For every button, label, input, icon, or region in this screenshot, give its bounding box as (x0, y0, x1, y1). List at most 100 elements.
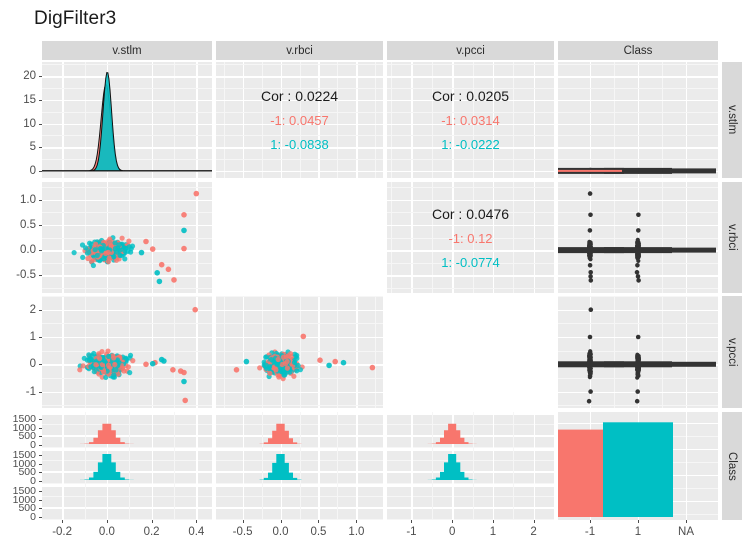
outlier-point (635, 334, 641, 340)
panel-correlation-vrbci-vpcci: Cor : 0.0476 -1: 0.12 1: -0.0774 (387, 182, 554, 293)
column-strip-v-stlm: v.stlm (42, 41, 212, 60)
scatter-point-outlier (158, 261, 165, 268)
box-point (587, 239, 592, 244)
correlation-group-neg: -1: 0.0314 (441, 113, 500, 128)
outlier-point (636, 228, 641, 233)
scatter-point (112, 361, 118, 368)
scatter-point (284, 365, 290, 371)
y-tick-label: 2 (29, 303, 36, 316)
x-tick-mark (452, 520, 454, 523)
y-tick-label: 1.0 (20, 193, 36, 206)
y-tick-mark (39, 436, 42, 438)
ggpairs-plot: DigFilter3 v.stlm v.rbci v.pcci Class v.stlm… (0, 0, 750, 550)
scatter-point (93, 241, 99, 247)
x-tick-label: 1.0 (348, 526, 365, 538)
scatter-point-outlier (340, 359, 347, 366)
y-tick-mark (39, 147, 42, 149)
panel-histogram-vstlm-class (42, 412, 212, 520)
scatter-point (275, 356, 281, 363)
x-tick-label: 0.0 (272, 526, 289, 538)
y-tick-label-class-facet: 1500 (12, 485, 36, 498)
scatter-point (91, 369, 97, 375)
scatter-point-outlier (181, 378, 187, 385)
x-tick-mark (106, 520, 108, 523)
x-tick-label: 2 (530, 526, 537, 538)
scatter-point-outlier (170, 367, 176, 373)
y-tick-mark (39, 99, 42, 101)
gridline-h (387, 187, 554, 188)
outlier-point (587, 334, 593, 340)
gridline-h (216, 159, 383, 160)
gridline-v (242, 62, 244, 178)
data-layer (558, 167, 716, 174)
gridline-h (387, 237, 554, 239)
outlier-point (634, 270, 640, 275)
class-bar (603, 422, 673, 517)
scatter-point-outlier (193, 190, 200, 197)
data-layer (80, 423, 134, 480)
y-tick-label: -1 (25, 385, 36, 398)
x-tick-mark (242, 520, 244, 523)
scatter-point (93, 362, 99, 368)
y-tick-mark (39, 427, 42, 429)
column-strip-label: v.rbci (286, 44, 313, 57)
box-point (636, 368, 641, 373)
panel-scatter-vstlm-vpcci (42, 296, 212, 408)
x-tick-label: 0.2 (143, 526, 160, 538)
y-tick-label: 15 (23, 93, 36, 106)
x-tick-mark (492, 520, 494, 523)
y-tick-label: 1 (29, 330, 36, 343)
gridline-h (216, 123, 383, 125)
x-tick-mark (318, 520, 320, 523)
outlier-point (588, 274, 593, 279)
box-point (635, 373, 640, 378)
gridline-h (387, 99, 554, 102)
data-layer (558, 307, 716, 404)
panel-histogram-vrbci-class (216, 412, 383, 520)
scatter-point (294, 368, 300, 374)
x-tick-mark (686, 520, 687, 523)
gridline-v (299, 62, 301, 178)
gridline-v (472, 62, 474, 178)
scatter-point (105, 259, 111, 265)
scatter-point-outlier (143, 361, 149, 368)
scatter-point (101, 369, 107, 375)
x-tick-mark (356, 520, 358, 523)
scatter-point-outlier (154, 270, 160, 276)
data-layer (77, 306, 198, 404)
row-strip-label: v.pcci (726, 337, 738, 367)
gridline-h (387, 262, 554, 264)
y-tick-mark (39, 463, 42, 465)
data-layer (558, 191, 716, 283)
scatter-point (119, 365, 126, 371)
scatter-point (85, 255, 91, 262)
histogram-bars (427, 454, 477, 480)
gridline-h (216, 147, 383, 149)
y-tick-mark (39, 250, 42, 252)
gridline-h (216, 76, 383, 78)
y-tick-label: 0.5 (20, 218, 36, 231)
scatter-point-outlier (332, 358, 338, 365)
x-tick-mark (590, 520, 591, 523)
y-tick-mark (39, 508, 42, 510)
x-tick-label-class: NA (678, 526, 694, 538)
gridline-h (387, 111, 554, 113)
scatter-point-outlier (158, 356, 165, 363)
gridline-h (387, 135, 554, 137)
x-tick-mark (151, 520, 153, 523)
outlier-point (587, 191, 593, 196)
scatter-point-outlier (182, 397, 188, 404)
gridline-h (387, 64, 554, 66)
row-strip-v-stlm: v.stlm (722, 62, 742, 178)
panel-density-v-stlm (42, 62, 212, 178)
histogram-bars (255, 454, 310, 480)
y-tick-mark (39, 364, 42, 366)
scatter-point (257, 365, 263, 371)
gridline-h (387, 88, 554, 89)
outlier-point (588, 307, 594, 312)
page-title: DigFilter3 (34, 8, 117, 29)
y-tick-mark (39, 224, 42, 226)
outlier-point (635, 274, 641, 279)
gridline-v (337, 62, 339, 178)
gridline-v (280, 62, 282, 178)
